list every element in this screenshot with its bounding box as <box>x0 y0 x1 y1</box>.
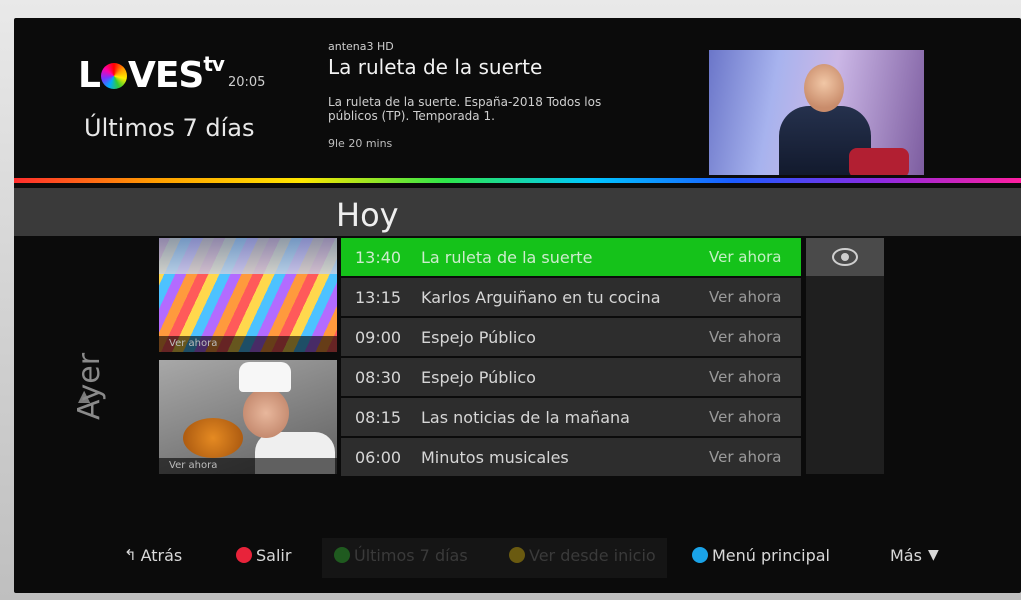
program-name: Minutos musicales <box>421 447 569 467</box>
options-button[interactable] <box>806 238 884 276</box>
program-row[interactable]: 08:30 Espejo Público Ver ahora <box>341 358 801 396</box>
rainbow-divider <box>14 178 1021 183</box>
thumbnail-chef-face <box>243 388 289 438</box>
tv-screen: L VEStv 20:05 Últimos 7 días antena3 HD L… <box>14 18 1021 593</box>
lovestv-logo: L VEStv 20:05 <box>78 52 265 96</box>
watch-now-link[interactable]: Ver ahora <box>709 408 801 426</box>
channel-name: antena3 HD <box>328 40 394 53</box>
program-info: antena3 HD La ruleta de la suerte La rul… <box>328 40 688 150</box>
program-list: 13:40 La ruleta de la suerte Ver ahora 1… <box>341 238 801 478</box>
program-row-selected[interactable]: 13:40 La ruleta de la suerte Ver ahora <box>341 238 801 276</box>
program-row[interactable]: 08:15 Las noticias de la mañana Ver ahor… <box>341 398 801 436</box>
main-menu-label: Menú principal <box>712 545 830 565</box>
program-time: 08:30 <box>355 367 402 387</box>
back-arrow-icon: ↰ <box>124 546 137 564</box>
logo-wordmark: L VEStv <box>78 52 225 96</box>
watch-now-link[interactable]: Ver ahora <box>709 248 801 266</box>
program-name: Karlos Arguiñano en tu cocina <box>421 287 661 307</box>
chevron-down-icon: ▼ <box>927 547 939 563</box>
program-duration: 9le 20 mins <box>328 137 393 150</box>
watch-now-link[interactable]: Ver ahora <box>709 288 801 306</box>
watch-from-start-label: Ver desde inicio <box>529 545 656 565</box>
program-time: 13:40 <box>355 247 402 267</box>
main-menu-button[interactable]: Menú principal <box>692 532 830 578</box>
preview-desk <box>849 148 909 175</box>
program-name: Espejo Público <box>421 327 536 347</box>
thumbnail-ruleta[interactable]: Ver ahora <box>159 238 337 352</box>
exit-label: Salir <box>256 545 292 565</box>
program-time: 06:00 <box>355 447 402 467</box>
more-button[interactable]: Más ▼ <box>890 532 939 578</box>
program-time: 09:00 <box>355 327 402 347</box>
thumbnail-food <box>183 418 243 458</box>
program-title: La ruleta de la suerte <box>328 55 543 79</box>
exit-button[interactable]: Salir <box>236 532 291 578</box>
thumbnail-caption: Ver ahora <box>159 458 337 474</box>
day-label-yesterday[interactable]: Ayer <box>72 353 107 420</box>
back-label: Atrás <box>140 545 183 565</box>
watch-now-link[interactable]: Ver ahora <box>709 368 801 386</box>
program-row[interactable]: 06:00 Minutos musicales Ver ahora <box>341 438 801 476</box>
thumbnail-chef-hat <box>239 362 291 392</box>
day-label-today[interactable]: Hoy <box>336 196 399 234</box>
rainbow-o-icon <box>100 63 127 89</box>
watch-now-link[interactable]: Ver ahora <box>709 448 801 466</box>
more-label: Más <box>890 545 922 565</box>
section-title: Últimos 7 días <box>84 114 255 142</box>
program-name: Las noticias de la mañana <box>421 407 630 427</box>
program-row[interactable]: 09:00 Espejo Público Ver ahora <box>341 318 801 356</box>
thumbnail-chef[interactable]: Ver ahora <box>159 360 337 474</box>
program-time: 08:15 <box>355 407 402 427</box>
green-dot-icon <box>334 547 350 563</box>
presenter-head <box>804 64 844 112</box>
program-row[interactable]: 13:15 Karlos Arguiñano en tu cocina Ver … <box>341 278 801 316</box>
program-name: Espejo Público <box>421 367 536 387</box>
program-description: La ruleta de la suerte. España-2018 Todo… <box>328 95 602 123</box>
last-7-days-button[interactable]: Últimos 7 días <box>334 532 468 578</box>
watch-from-start-button[interactable]: Ver desde inicio <box>509 532 656 578</box>
thumbnail-caption: Ver ahora <box>159 336 337 352</box>
last-7-days-label: Últimos 7 días <box>354 545 468 565</box>
back-button[interactable]: ↰ Atrás <box>124 532 182 578</box>
thumbnail-sky <box>159 238 337 274</box>
red-dot-icon <box>236 547 252 563</box>
eye-icon <box>832 248 858 266</box>
program-preview-image <box>709 50 924 175</box>
program-name: La ruleta de la suerte <box>421 247 593 267</box>
watch-now-link[interactable]: Ver ahora <box>709 328 801 346</box>
program-time: 13:15 <box>355 287 402 307</box>
footer-bar: ↰ Atrás Salir Últimos 7 días Ver desde i… <box>14 532 1021 578</box>
blue-dot-icon <box>692 547 708 563</box>
day-bar <box>14 188 1021 236</box>
yellow-dot-icon <box>509 547 525 563</box>
clock: 20:05 <box>227 75 266 90</box>
